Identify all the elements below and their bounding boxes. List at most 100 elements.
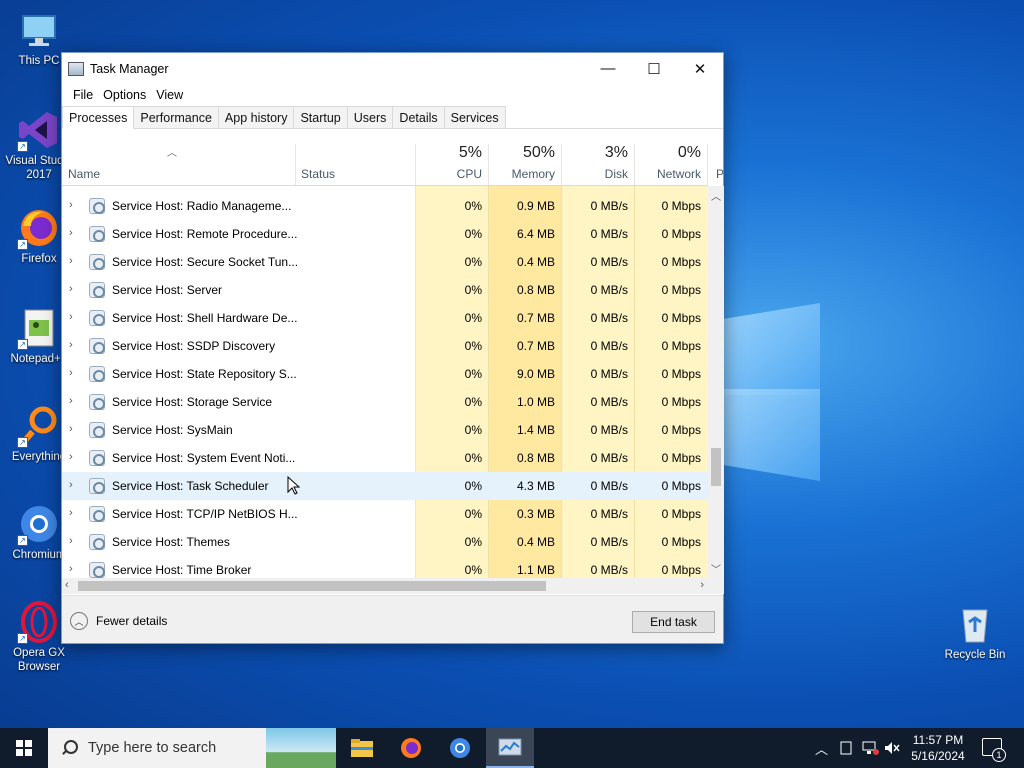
column-header-name[interactable]: Name bbox=[62, 144, 295, 185]
chevron-right-icon[interactable]: › bbox=[69, 535, 73, 547]
taskbar-chromium[interactable] bbox=[436, 728, 484, 768]
column-header-network[interactable]: 0% Network bbox=[634, 144, 707, 185]
clock-date: 5/16/2024 bbox=[911, 749, 965, 763]
vertical-scrollbar[interactable]: ︿ ﹀ bbox=[708, 186, 724, 578]
table-row[interactable]: › Service Host: Storage Service 0% 1.0 MB 0 … bbox=[62, 388, 708, 416]
disk-value: 0 MB/s bbox=[590, 339, 628, 353]
process-name: Service Host: Task Scheduler bbox=[112, 479, 269, 493]
menu-bar: File Options View bbox=[62, 84, 723, 106]
tray-app-icon[interactable] bbox=[840, 728, 852, 768]
taskbar-firefox[interactable] bbox=[387, 728, 435, 768]
service-gear-icon bbox=[89, 338, 105, 354]
service-gear-icon bbox=[89, 450, 105, 466]
tab-services[interactable]: Services bbox=[443, 106, 506, 128]
chevron-right-icon[interactable]: › bbox=[69, 479, 73, 491]
fewer-details-toggle[interactable]: ︿ Fewer details bbox=[70, 612, 167, 630]
chevron-right-icon[interactable]: › bbox=[69, 563, 73, 575]
folder-icon bbox=[351, 739, 373, 757]
process-name: Service Host: SSDP Discovery bbox=[112, 339, 276, 353]
column-header-status[interactable]: Status bbox=[295, 144, 415, 185]
title-bar[interactable]: Task Manager — ☐ ✕ bbox=[62, 53, 723, 84]
taskbar-search-box[interactable]: Type here to search bbox=[48, 728, 336, 768]
tab-processes[interactable]: Processes bbox=[62, 106, 135, 129]
chevron-right-icon[interactable]: › bbox=[69, 451, 73, 463]
chevron-right-icon[interactable]: › bbox=[69, 227, 73, 239]
chevron-right-icon[interactable]: › bbox=[69, 367, 73, 379]
memory-value: 1.0 MB bbox=[516, 395, 555, 409]
network-value: 0 Mbps bbox=[661, 227, 701, 241]
search-icon bbox=[60, 738, 80, 758]
maximize-button[interactable]: ☐ bbox=[631, 53, 677, 84]
disk-value: 0 MB/s bbox=[590, 395, 628, 409]
scroll-down-icon[interactable]: ﹀ bbox=[711, 561, 721, 576]
table-row[interactable]: › Service Host: State Repository S... 0% 9.… bbox=[62, 360, 708, 388]
column-header-power[interactable]: P bbox=[708, 144, 724, 185]
chevron-right-icon[interactable]: › bbox=[69, 507, 73, 519]
table-row[interactable]: › Service Host: Task Scheduler 0% 4.3 MB 0 M… bbox=[62, 472, 708, 500]
disk-value: 0 MB/s bbox=[590, 227, 628, 241]
table-row[interactable]: › Service Host: Time Broker 0% 1.1 MB 0 MB/s… bbox=[62, 556, 708, 578]
table-row[interactable]: › Service Host: Secure Socket Tun... 0% 0.4… bbox=[62, 248, 708, 276]
show-hidden-icons-button[interactable]: ︿ bbox=[815, 728, 828, 768]
table-row[interactable]: › Service Host: Themes 0% 0.4 MB 0 MB/s 0 Mbp… bbox=[62, 528, 708, 556]
desktop-icon-recycle-bin[interactable]: Recycle Bin bbox=[937, 602, 1013, 662]
table-row[interactable]: › Service Host: SSDP Discovery 0% 0.7 MB 0 M… bbox=[62, 332, 708, 360]
chevron-right-icon[interactable]: › bbox=[69, 395, 73, 407]
close-button[interactable]: ✕ bbox=[677, 53, 723, 84]
tray-network[interactable] bbox=[862, 728, 880, 768]
horizontal-scrollbar[interactable]: ‹ › bbox=[62, 578, 708, 594]
process-name: Service Host: Remote Procedure... bbox=[112, 227, 298, 241]
table-row[interactable]: › Service Host: Radio Manageme... 0% 0.9 MB… bbox=[62, 192, 708, 220]
menu-options[interactable]: Options bbox=[98, 88, 151, 102]
menu-view[interactable]: View bbox=[151, 88, 188, 102]
menu-file[interactable]: File bbox=[68, 88, 98, 102]
chevron-up-circle-icon: ︿ bbox=[70, 612, 88, 630]
task-manager-icon bbox=[68, 61, 84, 76]
chevron-right-icon[interactable]: › bbox=[69, 199, 73, 211]
cpu-value: 0% bbox=[464, 479, 482, 493]
memory-value: 0.4 MB bbox=[516, 535, 555, 549]
table-header: ︿ Name Status 5% CPU 50% Memory 3% Disk … bbox=[62, 144, 724, 186]
column-header-memory[interactable]: 50% Memory bbox=[488, 144, 561, 185]
taskbar-file-explorer[interactable] bbox=[338, 728, 386, 768]
tab-startup[interactable]: Startup bbox=[293, 106, 348, 128]
tab-users[interactable]: Users bbox=[346, 106, 394, 128]
column-header-cpu[interactable]: 5% CPU bbox=[415, 144, 488, 185]
tray-volume[interactable] bbox=[884, 728, 900, 768]
table-row[interactable]: › Service Host: Remote Procedure... 0% 6.4 … bbox=[62, 220, 708, 248]
network-value: 0 Mbps bbox=[661, 339, 701, 353]
tab-performance[interactable]: Performance bbox=[133, 106, 219, 128]
tab-details[interactable]: Details bbox=[392, 106, 445, 128]
table-row[interactable]: › Service Host: Server 0% 0.8 MB 0 MB/s 0 Mbp… bbox=[62, 276, 708, 304]
start-button[interactable] bbox=[0, 728, 48, 768]
tablet-icon bbox=[840, 741, 852, 755]
scroll-right-icon[interactable]: › bbox=[700, 579, 704, 591]
service-gear-icon bbox=[89, 562, 105, 578]
table-row[interactable]: › Service Host: Shell Hardware De... 0% 0.7… bbox=[62, 304, 708, 332]
service-gear-icon bbox=[89, 506, 105, 522]
chevron-right-icon[interactable]: › bbox=[69, 311, 73, 323]
chevron-right-icon[interactable]: › bbox=[69, 255, 73, 267]
chevron-right-icon[interactable]: › bbox=[69, 423, 73, 435]
recycle-bin-icon bbox=[953, 602, 997, 646]
cpu-value: 0% bbox=[464, 535, 482, 549]
chevron-right-icon[interactable]: › bbox=[69, 283, 73, 295]
table-row[interactable]: › Service Host: TCP/IP NetBIOS H... 0% 0.3 … bbox=[62, 500, 708, 528]
table-row[interactable]: › Service Host: System Event Noti... 0% 0.8… bbox=[62, 444, 708, 472]
vertical-scroll-thumb[interactable] bbox=[711, 448, 721, 486]
taskbar-clock[interactable]: 11:57 PM 5/16/2024 bbox=[900, 732, 976, 764]
tab-app-history[interactable]: App history bbox=[217, 106, 295, 128]
taskbar-task-manager[interactable] bbox=[486, 728, 534, 768]
end-task-button[interactable]: End task bbox=[632, 611, 715, 633]
column-header-disk[interactable]: 3% Disk bbox=[561, 144, 634, 185]
scroll-left-icon[interactable]: ‹ bbox=[65, 579, 69, 591]
table-row[interactable]: › Service Host: SysMain 0% 1.4 MB 0 MB/s 0 Mb… bbox=[62, 416, 708, 444]
cpu-value: 0% bbox=[464, 311, 482, 325]
horizontal-scroll-thumb[interactable] bbox=[78, 581, 546, 591]
minimize-button[interactable]: — bbox=[585, 53, 631, 84]
memory-value: 0.8 MB bbox=[516, 451, 555, 465]
chevron-right-icon[interactable]: › bbox=[69, 339, 73, 351]
scroll-up-icon[interactable]: ︿ bbox=[711, 188, 721, 203]
service-gear-icon bbox=[89, 534, 105, 550]
network-value: 0 Mbps bbox=[661, 423, 701, 437]
